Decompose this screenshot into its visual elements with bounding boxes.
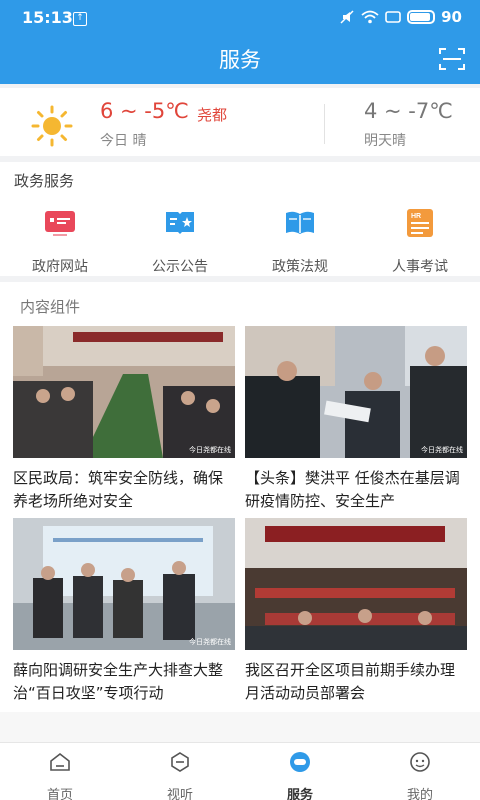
status-bar: 15:13 ↑ 90 [0,0,480,36]
svg-text:HR: HR [411,213,421,220]
header-bar: 15:13 ↑ 90 服务 [0,0,480,84]
battery-level: 90 [441,8,462,26]
screen-icon [385,11,401,23]
mute-icon [340,10,354,24]
tomorrow-temperature: 4 ~ -7℃ [364,99,453,123]
watermark-text: 今日尧都在线 [421,446,463,454]
home-icon [50,752,70,771]
government-site-icon [45,211,75,236]
today-temperature: 6 ~ -5℃ [100,99,189,123]
nav-service[interactable]: 服务 [240,751,360,800]
nav-profile[interactable]: 我的 [360,751,480,800]
news-image: 今日尧都在线 [13,326,235,458]
gov-services-section: 政务服务 政府网站 公示公告 政策法规 HR 人事考试 [0,162,480,276]
service-hr-exam[interactable]: HR 人事考试 [360,208,480,276]
page-title: 服务 [219,48,261,72]
news-card[interactable]: 我区召开全区项目前期手续办理月活动动员部署会 [245,518,467,705]
news-card[interactable]: 今日尧都在线 薛向阳调研安全生产大排查大整治“百日攻坚”专项行动 [13,518,235,705]
news-caption: 区民政局：筑牢安全防线，确保养老场所绝对安全 [13,469,224,510]
bottom-nav: 首页 视听 服务 我的 [0,742,480,800]
news-card[interactable]: 今日尧都在线 【头条】樊洪平 任俊杰在基层调研疫情防控、安全生产 [245,326,467,513]
news-image: 今日尧都在线 [245,326,467,458]
upload-notification-icon: ↑ [73,12,87,26]
service-label: 政府网站 [32,259,88,275]
sunny-icon [31,105,73,147]
scan-icon[interactable] [438,46,466,72]
service-label: 公示公告 [152,259,208,275]
service-announcement[interactable]: 公示公告 [120,208,240,276]
service-icon [290,752,310,772]
nav-home[interactable]: 首页 [0,751,120,800]
announcement-icon [166,212,194,234]
content-title: 内容组件 [20,298,81,316]
profile-icon [410,752,430,772]
service-label: 人事考试 [392,259,448,275]
service-label: 政策法规 [272,259,328,275]
status-time: 15:13 [22,8,73,27]
service-policy[interactable]: 政策法规 [240,208,360,276]
video-icon [171,752,189,772]
nav-label: 服务 [286,788,313,800]
nav-label: 首页 [46,788,73,800]
weather-panel[interactable]: 6 ~ -5℃ 尧都 今日 晴 4 ~ -7℃ 明天晴 [0,88,480,156]
nav-label: 我的 [406,788,433,800]
service-government-site[interactable]: 政府网站 [0,208,120,276]
news-caption: 我区召开全区项目前期手续办理月活动动员部署会 [245,661,456,702]
nav-label: 视听 [166,788,193,800]
city-name: 尧都 [197,106,228,124]
battery-icon [407,10,436,24]
news-caption: 薛向阳调研安全生产大排查大整治“百日攻坚”专项行动 [13,661,224,702]
news-card[interactable]: 今日尧都在线 区民政局：筑牢安全防线，确保养老场所绝对安全 [13,326,235,513]
watermark-text: 今日尧都在线 [189,446,231,454]
bottom-spacer [0,712,480,742]
news-image [245,518,467,650]
nav-video[interactable]: 视听 [120,751,240,800]
tomorrow-weather-desc: 明天晴 [364,133,406,149]
wifi-icon [361,10,379,24]
watermark-text: 今日尧都在线 [189,638,231,646]
news-image: 今日尧都在线 [13,518,235,650]
news-caption: 【头条】樊洪平 任俊杰在基层调研疫情防控、安全生产 [245,469,460,510]
today-weather-desc: 今日 晴 [100,133,147,149]
weather-divider [324,104,325,144]
hr-exam-icon: HR [407,209,433,237]
gov-services-title: 政务服务 [14,172,75,190]
system-icons: 90 [339,8,462,26]
content-section: 内容组件 今日尧都在线 区民政局：筑牢安全防线，确保养老场所绝对安全 今日尧都在… [0,282,480,712]
policy-book-icon [286,211,314,234]
